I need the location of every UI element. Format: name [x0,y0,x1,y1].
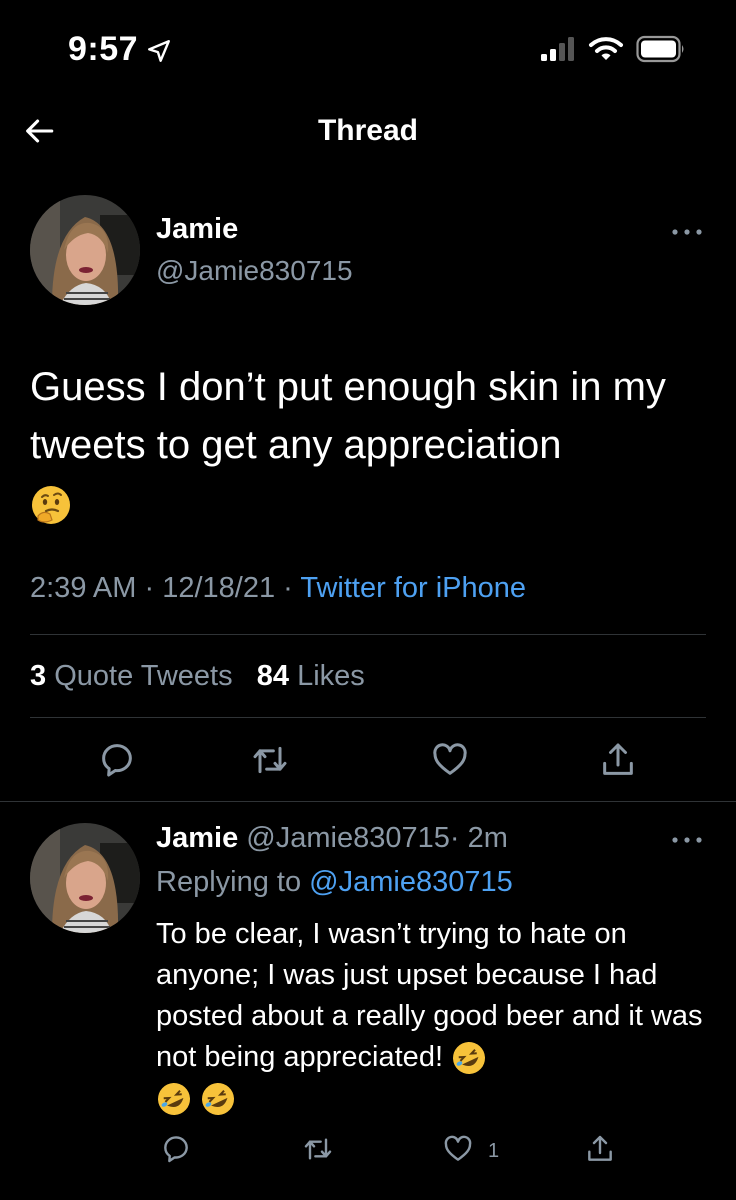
status-time: 9:57 [68,30,139,68]
author-handle[interactable]: @Jamie830715 [156,255,353,287]
reply-text: To be clear, I wasn’t trying to hate on … [156,914,706,1119]
tweet-actions [0,740,736,788]
divider [30,634,706,635]
like-heart-icon[interactable] [442,1133,474,1165]
more-options-icon[interactable] [670,226,704,238]
share-icon[interactable] [598,740,638,780]
meta-separator: · [283,572,293,604]
cellular-signal-icon [541,37,574,61]
reply-author-name[interactable]: Jamie [156,822,238,854]
like-heart-icon[interactable] [430,740,470,780]
reply-icon[interactable] [97,740,137,780]
replying-to: Replying to @Jamie830715 [156,866,513,899]
tweet-stats: 3 Quote Tweets 84 Likes [30,660,365,693]
thinking-face-emoji-icon [32,486,70,525]
replying-to-mention[interactable]: @Jamie830715 [309,866,513,898]
status-bar: 9:57 [0,0,736,100]
reply-text-content: To be clear, I wasn’t trying to hate on … [156,918,703,1073]
quote-tweets-link[interactable]: 3 Quote Tweets [30,660,233,692]
avatar[interactable] [30,823,140,933]
divider [0,801,736,802]
tweet-source-link[interactable]: Twitter for iPhone [300,572,526,604]
rolling-on-floor-laughing-emoji-icon [158,1083,190,1116]
wifi-icon [589,37,623,60]
tweet-date: 12/18/21 [162,572,276,604]
divider [30,717,706,718]
rolling-on-floor-laughing-emoji-icon [453,1042,486,1075]
tweet-text: Guess I don’t put enough skin in my twee… [30,358,710,532]
quote-count: 3 [30,660,47,692]
tweet-text-content: Guess I don’t put enough skin in my twee… [30,365,666,467]
like-label: Likes [297,660,365,692]
reply-author-handle[interactable]: @Jamie830715 [246,822,450,854]
rolling-on-floor-laughing-emoji-icon [202,1083,235,1116]
likes-link[interactable]: 84 Likes [257,660,365,692]
retweet-icon[interactable] [302,1133,334,1165]
page-title: Thread [317,114,419,147]
more-options-icon[interactable] [670,834,704,846]
meta-separator: · [144,572,155,604]
quote-label: Quote Tweets [54,660,233,692]
author-name[interactable]: Jamie [156,213,238,246]
tweet-meta: 2:39 AM · 12/18/21 · Twitter for iPhone [30,572,526,605]
battery-icon [636,35,684,63]
retweet-icon[interactable] [250,740,290,780]
location-arrow-icon [148,40,170,62]
reply-like-count: 1 [488,1140,500,1162]
reply-header: Jamie @Jamie830715· 2m [156,822,508,855]
reply-age: · 2m [449,822,508,854]
navigation-bar: Thread [0,100,736,164]
reply-icon[interactable] [160,1133,192,1165]
reply-actions [0,1133,736,1173]
replying-to-label: Replying to [156,866,302,898]
avatar[interactable] [30,195,140,305]
tweet-time: 2:39 AM [30,572,137,604]
share-icon[interactable] [584,1133,616,1165]
like-count: 84 [256,660,290,692]
